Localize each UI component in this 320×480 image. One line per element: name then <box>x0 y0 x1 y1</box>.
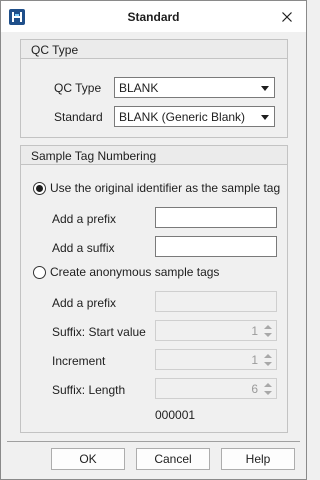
suffix-input[interactable] <box>155 236 277 257</box>
chevron-down-icon <box>261 86 269 91</box>
qc-type-group-title: QC Type <box>31 43 79 57</box>
spinner-arrows-icon[interactable] <box>263 381 273 397</box>
sample-tag-group-title: Sample Tag Numbering <box>31 149 157 163</box>
start-value-label: Suffix: Start value <box>52 325 146 339</box>
close-button[interactable] <box>276 6 298 28</box>
increment-label: Increment <box>52 354 106 368</box>
original-identifier-label[interactable]: Use the original identifier as the sampl… <box>50 181 280 195</box>
standard-label: Standard <box>54 110 103 124</box>
length-spinner[interactable]: 6 <box>155 378 277 399</box>
prefix-input[interactable] <box>155 207 277 228</box>
window-title: Standard <box>127 10 180 24</box>
tag-preview: 000001 <box>155 408 196 422</box>
increment-spinner[interactable]: 1 <box>155 349 277 370</box>
title-bar: Standard <box>1 1 306 32</box>
sample-tag-group-header: Sample Tag Numbering <box>21 146 287 165</box>
start-value-spinner[interactable]: 1 <box>155 320 277 341</box>
increment-value: 1 <box>251 353 258 367</box>
spinner-arrows-icon[interactable] <box>263 323 273 339</box>
start-value: 1 <box>251 324 258 338</box>
ok-button[interactable]: OK <box>51 448 125 470</box>
qc-type-group: QC Type QC Type BLANK Standard BLANK (Ge… <box>20 39 288 138</box>
footer-divider <box>7 441 300 442</box>
close-icon <box>282 12 292 22</box>
original-identifier-radio[interactable] <box>33 182 46 195</box>
length-value: 6 <box>251 382 258 396</box>
anonymous-tags-label[interactable]: Create anonymous sample tags <box>50 265 219 279</box>
qc-type-label: QC Type <box>54 81 102 95</box>
standard-value: BLANK (Generic Blank) <box>119 110 246 124</box>
cancel-button[interactable]: Cancel <box>136 448 210 470</box>
help-button[interactable]: Help <box>221 448 295 470</box>
chevron-down-icon <box>261 115 269 120</box>
suffix-label: Add a suffix <box>52 241 115 255</box>
standard-select[interactable]: BLANK (Generic Blank) <box>114 106 275 127</box>
length-label: Suffix: Length <box>52 383 126 397</box>
qc-type-value: BLANK <box>119 81 159 95</box>
anon-prefix-input[interactable] <box>155 291 277 312</box>
prefix-label: Add a prefix <box>52 212 117 226</box>
sample-tag-group: Sample Tag Numbering Use the original id… <box>20 145 288 433</box>
dialog-window: Standard QC Type QC Type BLANK Standard … <box>0 0 307 480</box>
qc-type-select[interactable]: BLANK <box>114 77 275 98</box>
spinner-arrows-icon[interactable] <box>263 352 273 368</box>
anonymous-tags-radio[interactable] <box>33 266 46 279</box>
anon-prefix-label: Add a prefix <box>52 296 117 310</box>
qc-type-group-header: QC Type <box>21 40 287 59</box>
